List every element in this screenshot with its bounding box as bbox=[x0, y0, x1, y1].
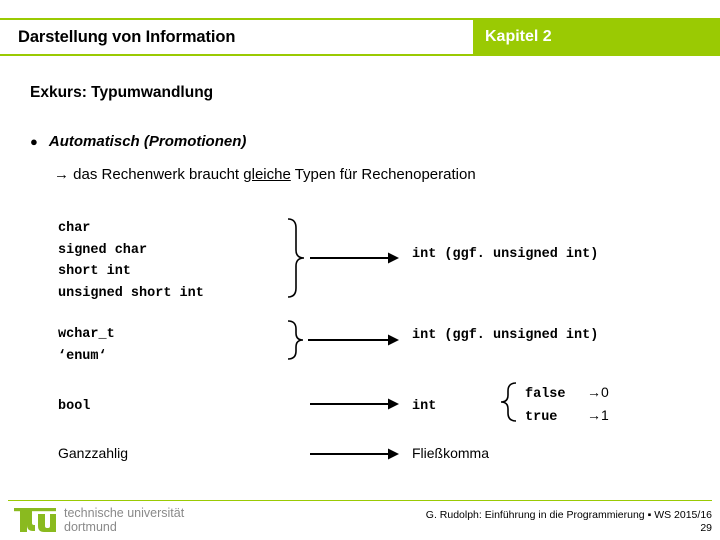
group3-value-result: 0 bbox=[601, 384, 609, 400]
chapter-label: Kapitel 2 bbox=[485, 28, 552, 45]
page-title: Darstellung von Information bbox=[18, 27, 236, 46]
group1-source-item: short int bbox=[58, 264, 131, 279]
slide-subtitle: Exkurs: Typumwandlung bbox=[30, 84, 214, 101]
group3-value-map: false → 0 true → 1 bbox=[525, 382, 609, 428]
tu-logo-icon bbox=[14, 508, 56, 532]
group2-source-list: wchar_t ‘enum‘ bbox=[58, 324, 115, 367]
group1-source-list: char signed char short int unsigned short i… bbox=[58, 218, 204, 304]
tu-logo-line2: dortmund bbox=[64, 520, 117, 534]
tu-logo-line1: technische universität bbox=[64, 506, 185, 520]
group1-source-item: unsigned short int bbox=[58, 285, 204, 301]
note-arrow-icon: → bbox=[54, 166, 69, 183]
group2-source-item: wchar_t bbox=[58, 327, 115, 342]
group1-brace-icon bbox=[287, 218, 305, 298]
group3-source-list: bool bbox=[58, 396, 90, 418]
group3-value-arrow-icon: → bbox=[587, 407, 601, 423]
group1-source-item: char bbox=[58, 221, 91, 236]
note-text-after: Typen für Rechenoperation bbox=[290, 166, 476, 183]
bullet-item: ● Automatisch (Promotionen) bbox=[30, 133, 246, 150]
footer-credit-block: G. Rudolph: Einführung in die Programmie… bbox=[426, 509, 712, 535]
group3-value-result: 1 bbox=[601, 407, 609, 423]
note-text-emphasis: gleiche bbox=[243, 166, 291, 183]
group3-value-name: true bbox=[525, 410, 558, 425]
group3-source-item: bool bbox=[58, 399, 91, 414]
group4-target: Fließkomma bbox=[412, 445, 490, 461]
group3-values-brace-icon bbox=[500, 382, 517, 422]
group3-value-name: false bbox=[525, 387, 566, 402]
header-title-box: Darstellung von Information bbox=[0, 20, 473, 54]
group3-value-arrow-icon: → bbox=[587, 384, 601, 400]
group3-value-row: true → 1 bbox=[525, 405, 609, 428]
group2-source-item: ‘enum‘ bbox=[58, 348, 107, 364]
page-number: 29 bbox=[700, 522, 712, 534]
group1-target: int (ggf. unsigned int) bbox=[412, 247, 599, 262]
group4-arrow-head bbox=[388, 448, 399, 460]
header-chapter-area: Kapitel 2 bbox=[473, 18, 720, 56]
note-line: → das Rechenwerk braucht gleiche Typen f… bbox=[54, 166, 476, 183]
footer-credit: G. Rudolph: Einführung in die Programmie… bbox=[425, 509, 712, 521]
note-text-before: das Rechenwerk braucht bbox=[69, 166, 244, 183]
group3-target: int bbox=[412, 399, 437, 414]
tu-dortmund-logo: technische universität dortmund bbox=[14, 505, 184, 535]
footer-divider bbox=[8, 500, 712, 501]
bullet-dot-icon: ● bbox=[30, 134, 38, 149]
group2-target: int (ggf. unsigned int) bbox=[412, 328, 599, 343]
group2-arrow-head bbox=[388, 334, 399, 346]
group1-arrow-head bbox=[388, 252, 399, 264]
group1-source-item: signed char bbox=[58, 242, 148, 258]
tu-logo-text: technische universität dortmund bbox=[64, 506, 184, 534]
group3-arrow-head bbox=[388, 398, 399, 410]
bullet-item-label: Automatisch (Promotionen) bbox=[48, 133, 247, 150]
group3-value-row: false → 0 bbox=[525, 382, 609, 405]
group4-source: Ganzzahlig bbox=[58, 445, 129, 461]
slide-header: Darstellung von Information Kapitel 2 bbox=[0, 18, 720, 56]
group2-brace-icon bbox=[287, 320, 304, 360]
